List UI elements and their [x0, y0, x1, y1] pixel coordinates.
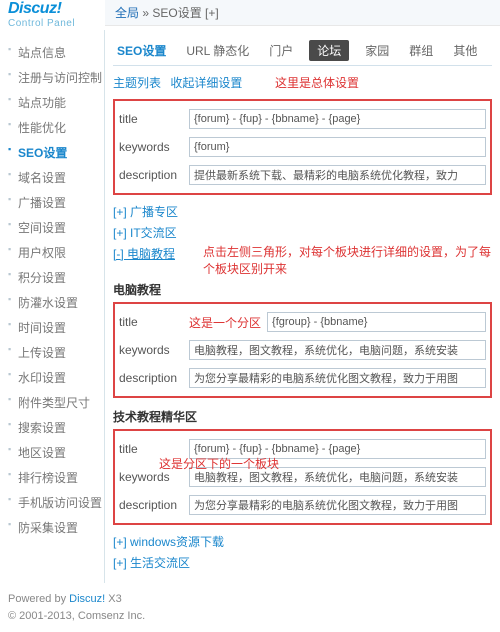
tab-item[interactable]: 其他 [449, 40, 481, 61]
sidebar-item[interactable]: 站点功能 [0, 90, 104, 115]
main-content: SEO设置 URL 静态化门户论坛家园群组其他 主题列表 收起详细设置 这里是总体… [105, 30, 500, 583]
annotation-box2: 这是一个分区 [189, 314, 261, 331]
section1-description-input[interactable] [189, 368, 486, 388]
logo: Discuz! Control Panel [0, 0, 105, 29]
tab-item[interactable]: 家园 [361, 40, 393, 61]
sidebar-item[interactable]: 搜索设置 [0, 415, 104, 440]
label-title: title [119, 112, 189, 126]
section1-keywords-input[interactable] [189, 340, 486, 360]
subject-list-link[interactable]: 主题列表 [113, 76, 161, 90]
sidebar-item[interactable]: 上传设置 [0, 340, 104, 365]
sidebar-item[interactable]: 性能优化 [0, 115, 104, 140]
toggle-it[interactable]: [+] IT交流区 [113, 222, 492, 243]
logo-title: Discuz! [8, 0, 105, 18]
sidebar-item[interactable]: 排行榜设置 [0, 465, 104, 490]
sidebar-item[interactable]: 防采集设置 [0, 515, 104, 540]
sublinks: 主题列表 收起详细设置 这里是总体设置 [113, 66, 492, 99]
label-keywords: keywords [119, 343, 189, 357]
sidebar-item[interactable]: 地区设置 [0, 440, 104, 465]
tab-item[interactable]: 门户 [265, 40, 297, 61]
global-keywords-input[interactable] [189, 137, 486, 157]
breadcrumb: 全局 » SEO设置 [+] [105, 0, 500, 26]
section2-box: title 这是分区下的一个板块 keywords description [113, 429, 492, 525]
annotation-box3: 这是分区下的一个板块 [159, 455, 279, 472]
sidebar-item[interactable]: 附件类型尺寸 [0, 390, 104, 415]
annotation-top: 这里是总体设置 [275, 76, 359, 90]
sidebar-item[interactable]: 防灌水设置 [0, 290, 104, 315]
global-title-input[interactable] [189, 109, 486, 129]
breadcrumb-current: SEO设置 [152, 6, 201, 20]
label-title: title [119, 442, 189, 456]
label-description: description [119, 498, 189, 512]
label-keywords: keywords [119, 140, 189, 154]
tab-item[interactable]: URL 静态化 [182, 40, 253, 61]
collapse-detail-link[interactable]: 收起详细设置 [170, 76, 242, 90]
toggle-life[interactable]: [+] 生活交流区 [113, 552, 492, 573]
toggle-computer[interactable]: [-] 电脑教程 [113, 243, 203, 264]
toggle-broadcast[interactable]: [+] 广播专区 [113, 201, 492, 222]
annotation-mid: 点击左侧三角形，对每个板块进行详细的设置，为了每个板块区别开来 [203, 243, 492, 277]
sidebar-item[interactable]: 水印设置 [0, 365, 104, 390]
logo-subtitle: Control Panel [8, 18, 105, 29]
sidebar-item[interactable]: 手机版访问设置 [0, 490, 104, 515]
label-title: title [119, 315, 189, 329]
sidebar-item[interactable]: 空间设置 [0, 215, 104, 240]
sidebar-item[interactable]: 域名设置 [0, 165, 104, 190]
global-settings-box: title keywords description [113, 99, 492, 195]
section2-description-input[interactable] [189, 495, 486, 515]
footer-discuz-link[interactable]: Discuz! [69, 593, 105, 605]
tab-item[interactable]: SEO设置 [113, 40, 170, 61]
sidebar-item[interactable]: 站点信息 [0, 40, 104, 65]
sidebar-item[interactable]: SEO设置 [0, 140, 104, 165]
breadcrumb-home[interactable]: 全局 [115, 6, 139, 20]
sidebar-item[interactable]: 时间设置 [0, 315, 104, 340]
tab-item[interactable]: 论坛 [309, 40, 349, 61]
label-description: description [119, 371, 189, 385]
sidebar-item[interactable]: 注册与访问控制 [0, 65, 104, 90]
tab-item[interactable]: 群组 [405, 40, 437, 61]
sidebar-item[interactable]: 广播设置 [0, 190, 104, 215]
footer: Powered by Discuz! X3 © 2001-2013, Comse… [0, 583, 500, 632]
toggle-windows[interactable]: [+] windows资源下载 [113, 531, 492, 552]
global-description-input[interactable] [189, 165, 486, 185]
section1-title: 电脑教程 [113, 277, 492, 302]
label-description: description [119, 168, 189, 182]
section2-title: 技术教程精华区 [113, 404, 492, 429]
section1-title-input[interactable] [267, 312, 486, 332]
sidebar: 站点信息注册与访问控制站点功能性能优化SEO设置域名设置广播设置空间设置用户权限… [0, 30, 105, 583]
section1-box: title 这是一个分区 keywords description [113, 302, 492, 398]
label-keywords: keywords [119, 470, 189, 484]
tab-bar: SEO设置 URL 静态化门户论坛家园群组其他 [113, 40, 492, 66]
footer-copyright: © 2001-2013, Comsenz Inc. [8, 610, 145, 622]
sidebar-item[interactable]: 用户权限 [0, 240, 104, 265]
sidebar-item[interactable]: 积分设置 [0, 265, 104, 290]
